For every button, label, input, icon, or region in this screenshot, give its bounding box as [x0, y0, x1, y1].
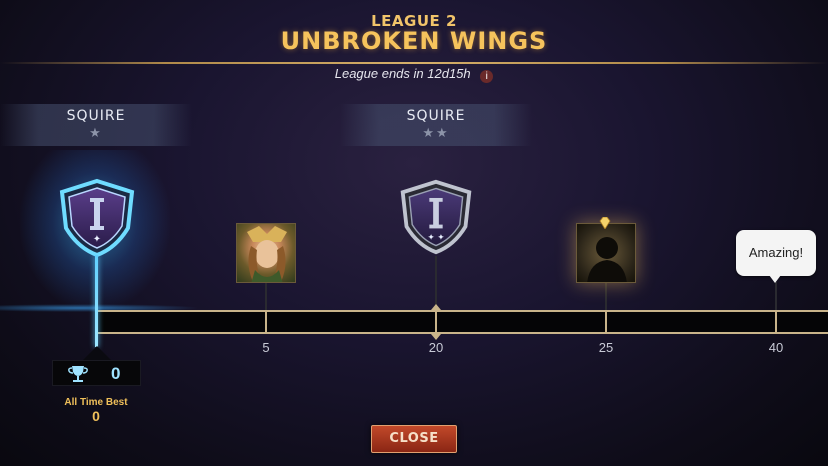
- rank-stars: ★: [89, 125, 103, 140]
- mystery-reward[interactable]: [576, 223, 636, 283]
- track-tick: [265, 312, 267, 332]
- reward-stem: [605, 282, 607, 312]
- svg-text:✦ ✦: ✦ ✦: [427, 233, 444, 243]
- track-tick: [435, 312, 437, 332]
- league-name: UNBROKEN WINGS: [280, 27, 548, 55]
- close-button[interactable]: CLOSE: [371, 425, 457, 453]
- trophy-icon: [68, 366, 88, 382]
- reward-stem: [265, 282, 267, 312]
- score-pointer: [83, 346, 111, 360]
- rank-stars: ★★: [422, 125, 450, 140]
- speech-bubble-tail: [769, 275, 781, 283]
- track-tick: [605, 312, 607, 332]
- hero-portrait-icon: [247, 226, 287, 282]
- tick-marker-icon: [431, 304, 441, 310]
- tick-label: 5: [262, 340, 270, 355]
- rank-name: SQUIRE: [406, 108, 466, 124]
- track-tick: [775, 312, 777, 332]
- shield-icon[interactable]: ✦ ✦: [397, 178, 475, 256]
- header-divider: [0, 62, 828, 64]
- speech-bubble: Amazing!: [736, 230, 816, 276]
- score-value: 0: [111, 364, 121, 383]
- info-icon[interactable]: i: [480, 70, 494, 83]
- league-ends-row: League ends in 12d15h i: [0, 66, 828, 83]
- rank-banner-2: SQUIRE ★★: [340, 104, 532, 146]
- gem-icon: [599, 217, 611, 229]
- shield-icon[interactable]: ✦: [56, 178, 138, 258]
- all-time-best-value: 0: [92, 408, 100, 424]
- current-progress-pointer: [95, 255, 98, 347]
- silhouette-icon: [587, 237, 627, 282]
- reward-stem: [775, 282, 777, 312]
- progress-track: [96, 310, 828, 334]
- rank-name: SQUIRE: [66, 108, 126, 124]
- league-ends-text: League ends in 12d15h: [334, 66, 471, 81]
- svg-text:✦: ✦: [93, 234, 101, 245]
- rank-banner-1: SQUIRE ★: [0, 104, 192, 146]
- hero-reward-portrait[interactable]: [236, 223, 296, 283]
- tick-label: 25: [598, 340, 614, 355]
- tick-label: 20: [428, 340, 444, 355]
- tick-label: 40: [768, 340, 784, 355]
- all-time-best-label: All Time Best: [64, 397, 128, 408]
- score-box: 0: [52, 360, 141, 386]
